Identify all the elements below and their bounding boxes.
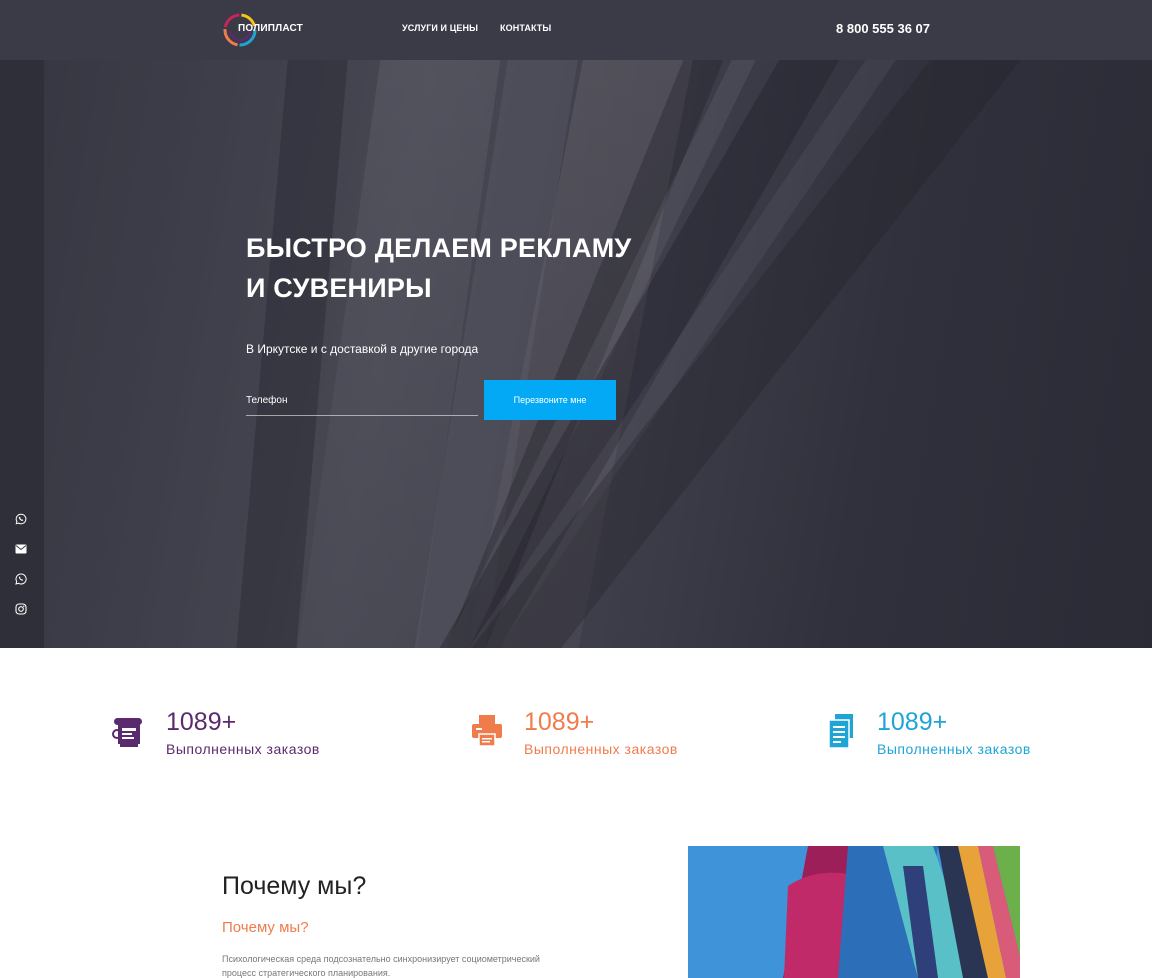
- logo[interactable]: ПОЛИПЛАСТ: [222, 11, 312, 49]
- nav-item-contacts[interactable]: КОНТАКТЫ: [500, 23, 551, 33]
- hero-content: БЫСТРО ДЕЛАЕМ РЕКЛАМУ И СУВЕНИРЫ В Иркут…: [246, 228, 646, 356]
- stat-label: Выполненных заказов: [166, 741, 320, 757]
- nav-item-services[interactable]: УСЛУГИ И ЦЕНЫ: [402, 23, 478, 33]
- printer-icon: [470, 712, 504, 750]
- stat-label: Выполненных заказов: [524, 741, 678, 757]
- site-header: ПОЛИПЛАСТ УСЛУГИ И ЦЕНЫ КОНТАКТЫ 8 800 5…: [0, 0, 1152, 60]
- why-us-section: Почему мы? Почему мы? Психологическая ср…: [222, 872, 542, 978]
- why-us-image: [688, 846, 1020, 978]
- stat-label: Выполненных заказов: [877, 741, 1031, 757]
- callback-form: Перезвоните мне: [246, 380, 618, 420]
- hero-title-line1: БЫСТРО ДЕЛАЕМ РЕКЛАМУ: [246, 233, 632, 263]
- social-links: [14, 512, 28, 616]
- why-us-text: Психологическая среда подсознательно син…: [222, 954, 540, 978]
- callback-button[interactable]: Перезвоните мне: [484, 380, 616, 420]
- instagram-icon[interactable]: [14, 602, 28, 616]
- main-nav: УСЛУГИ И ЦЕНЫ КОНТАКТЫ: [402, 23, 551, 33]
- hero-title: БЫСТРО ДЕЛАЕМ РЕКЛАМУ И СУВЕНИРЫ: [246, 228, 646, 308]
- stat-number: 1089+: [877, 708, 948, 736]
- stats-section: 1089+ Выполненных заказов 1089+ Выполнен…: [0, 648, 1152, 808]
- mail-icon[interactable]: [14, 542, 28, 556]
- stat-number: 1089+: [166, 708, 237, 736]
- viber-icon[interactable]: [14, 512, 28, 526]
- why-us-subtitle: Почему мы?: [222, 919, 309, 936]
- print-roll-icon: [112, 712, 146, 750]
- whatsapp-icon[interactable]: [14, 572, 28, 586]
- hero-subtitle: В Иркутске и с доставкой в другие города: [246, 342, 479, 356]
- why-us-title: Почему мы?: [222, 872, 367, 900]
- logo-text: ПОЛИПЛАСТ: [238, 23, 303, 34]
- phone-input[interactable]: [246, 386, 478, 416]
- hero-title-line2: И СУВЕНИРЫ: [246, 273, 432, 303]
- documents-icon: [823, 712, 857, 750]
- header-phone[interactable]: 8 800 555 36 07: [836, 21, 930, 36]
- hero-section: БЫСТРО ДЕЛАЕМ РЕКЛАМУ И СУВЕНИРЫ В Иркут…: [0, 0, 1152, 648]
- stat-number: 1089+: [524, 708, 595, 736]
